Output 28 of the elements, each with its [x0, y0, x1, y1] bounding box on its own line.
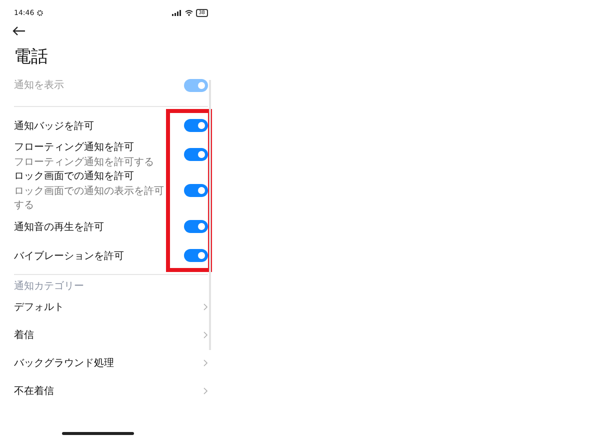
setting-label: 通知バッジを許可 [14, 120, 95, 132]
setting-label: バイブレーションを許可 [14, 250, 125, 262]
chevron-right-icon [203, 387, 208, 395]
chevron-right-icon [203, 331, 208, 339]
toggle-switch[interactable] [184, 220, 208, 233]
setting-description: ロック画面での通知の表示を許可する [14, 184, 165, 212]
signal-icon [172, 10, 182, 16]
home-indicator [62, 432, 134, 435]
toggle-switch[interactable] [184, 249, 208, 262]
category-item[interactable]: 着信 [14, 328, 185, 342]
back-arrow-icon[interactable] [12, 26, 26, 36]
category-item[interactable]: バックグラウンド処理 [14, 356, 185, 370]
chevron-right-icon [203, 303, 208, 311]
gear-icon [37, 10, 44, 16]
page-title: 電話 [14, 46, 49, 68]
setting-label: フローティング通知を許可 [14, 140, 135, 154]
section-header: 通知カテゴリー [14, 280, 85, 293]
setting-description: フローティング通知を許可する [14, 156, 155, 169]
setting-label: 通知を表示 [14, 78, 65, 92]
setting-label: ロック画面での通知を許可 [14, 170, 135, 183]
wifi-icon [184, 10, 193, 16]
setting-label: 通知音の再生を許可 [14, 220, 105, 234]
toggle-switch[interactable] [184, 184, 208, 197]
toggle-switch[interactable] [184, 148, 208, 161]
category-item[interactable]: 不在着信 [14, 384, 185, 398]
toggle-switch[interactable] [184, 119, 208, 132]
chevron-right-icon [203, 359, 208, 367]
category-item[interactable]: デフォルト [14, 300, 185, 314]
